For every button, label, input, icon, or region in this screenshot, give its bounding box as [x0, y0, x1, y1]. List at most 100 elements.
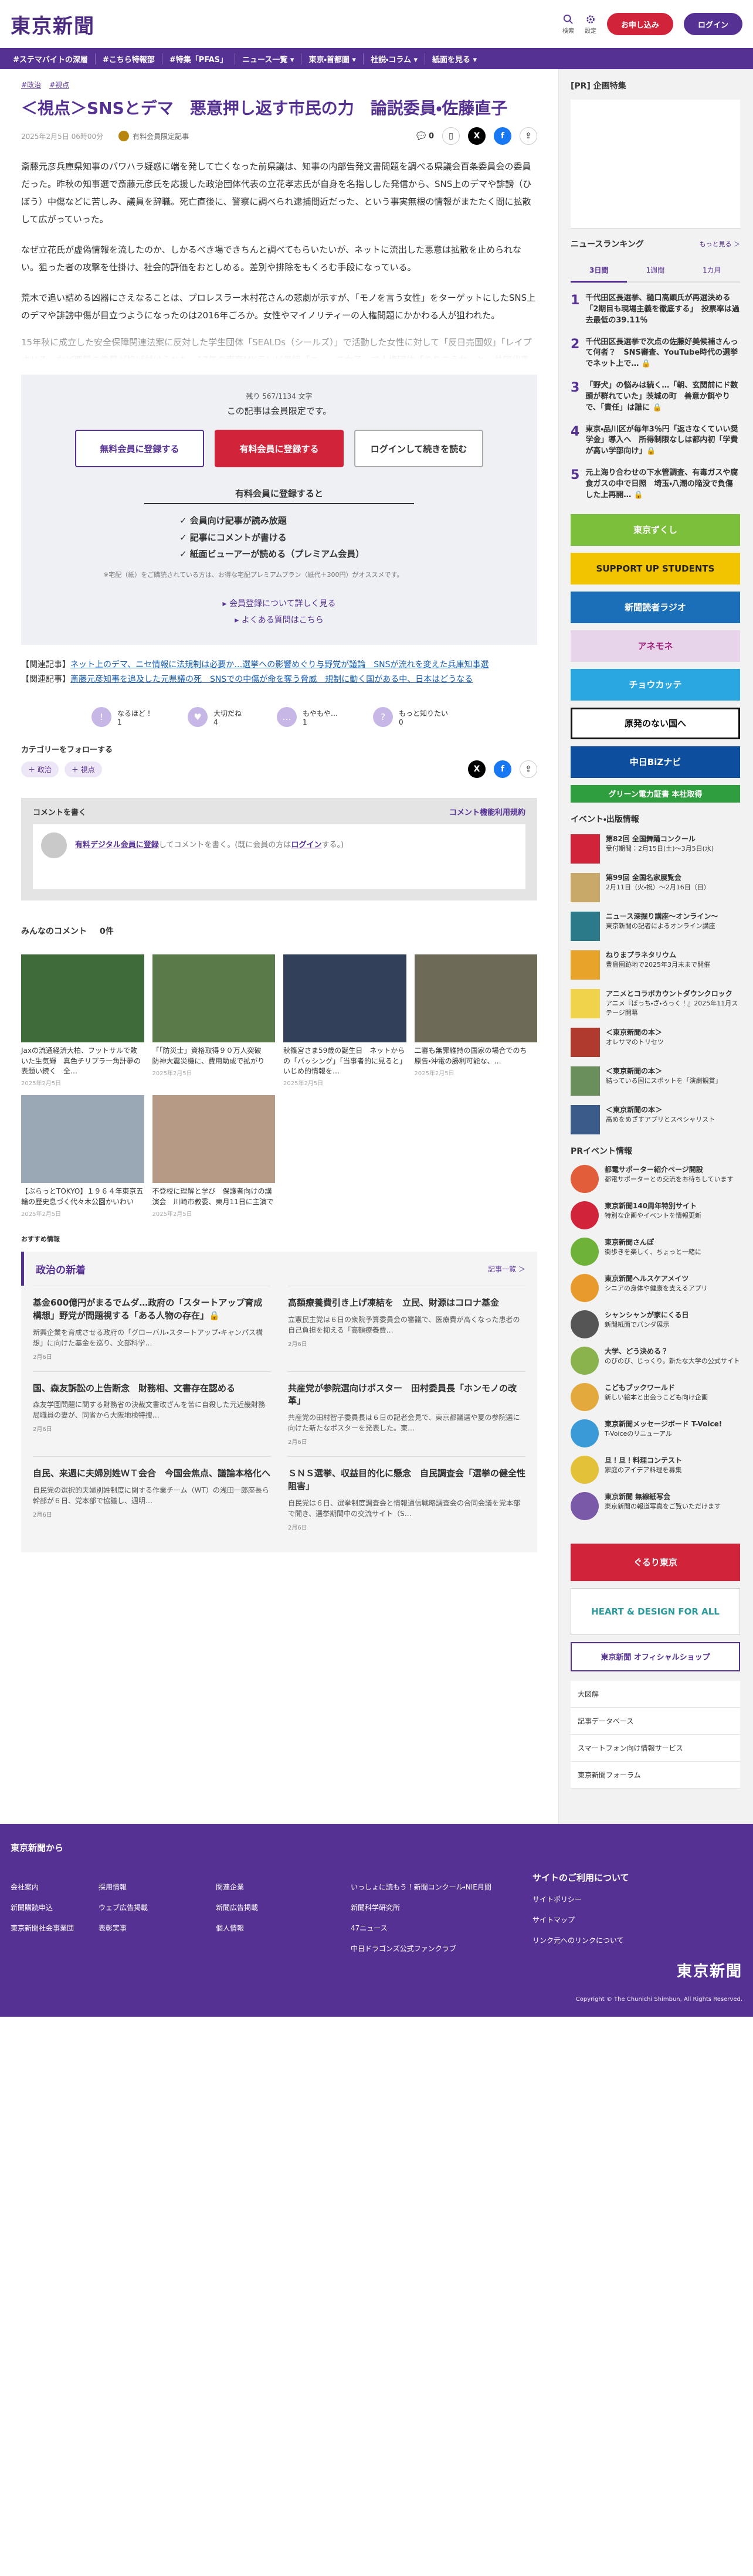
sidebar-link[interactable]: スマートフォン向け情報サービス	[571, 1735, 740, 1762]
banner[interactable]: グリーン電力証書 本社取得	[571, 784, 740, 803]
news-card[interactable]: 秋篠宮さま59歳の誕生日 ネットからの「バッシング」「当事者的に見ると」いじめ的…	[283, 954, 406, 1087]
footer-link[interactable]: いっしょに読もう！新聞コンクール・NIE月間	[351, 1882, 532, 1892]
sidebar-link[interactable]: 記事データベース	[571, 1708, 740, 1735]
banner[interactable]: アネモネ	[571, 630, 740, 662]
reaction-button[interactable]: ♥ 大切だね 4	[188, 707, 242, 728]
share-icon[interactable]: ⇪	[520, 127, 537, 145]
footer-link[interactable]: 東京新聞社会事業団	[11, 1923, 99, 1933]
ranking-item[interactable]: 4 東京・品川区が毎年3％円「返さなくていい奨学金」導入へ 所得制限なしは都内初「…	[571, 424, 740, 458]
footer-link[interactable]: 表彰実事	[99, 1923, 216, 1933]
ranking-more-link[interactable]: もっと見る ＞	[700, 239, 741, 249]
footer-logo[interactable]: 東京新聞	[677, 1959, 742, 1981]
comment-count[interactable]: 💬 0	[416, 132, 434, 141]
banner[interactable]: 原発のない国へ	[571, 707, 740, 739]
banner[interactable]: 中日BiZナビ	[571, 746, 740, 778]
related-link[interactable]: 斎藤元彦知事を追及した元県議の死 SNSでの中傷が命を奪う脅威 規制に動く国があ…	[70, 675, 473, 684]
news-item[interactable]: 国、森友訴訟の上告断念 財務相、文書存在認める 森友学園問題に関する財務省の決裁文…	[33, 1371, 270, 1457]
banner-heart-design[interactable]: HEART & DESIGN FOR ALL	[571, 1588, 740, 1635]
banner[interactable]: SUPPORT UP STUDENTS	[571, 552, 740, 584]
event-item[interactable]: ＜東京新聞の本＞ 結っている国にスポットを「演劇観賞」	[571, 1066, 740, 1096]
comment-input[interactable]: 有料デジタル会員に登録してコメントを書く。(既に会員の方はログインする。)	[33, 824, 525, 889]
banner-shop[interactable]: 東京新聞 オフィシャルショップ	[571, 1642, 740, 1671]
news-item[interactable]: 自民、来週に夫婦別姓ＷＴ会合 今国会焦点、議論本格化へ 自民党の選択的夫婦別姓制度…	[33, 1456, 270, 1542]
tab-1week[interactable]: 1週間	[627, 259, 684, 283]
sidebar-link[interactable]: 東京新聞フォーラム	[571, 1762, 740, 1789]
x-share-icon[interactable]: X	[468, 760, 486, 779]
news-item[interactable]: 共産党が参院選向けポスター 田村委員長「ホンモノの改革」 共産党の田村智子委員長は…	[288, 1371, 525, 1457]
event-item[interactable]: 第82回 全国舞踊コンクール 受付期間：2月15日(土)〜3月5日(水)	[571, 834, 740, 864]
facebook-share-icon[interactable]: f	[494, 760, 511, 779]
news-card[interactable]: 不登校に理解と学び 保護者向けの講演会 川崎市教委、東月11日に主演で 2025年…	[152, 1095, 275, 1218]
search-button[interactable]: 検索	[562, 14, 574, 35]
footer-link[interactable]: リンク元へのリンクについて	[532, 1935, 708, 1945]
bookmark-icon[interactable]: ▯	[442, 127, 460, 145]
ranking-item[interactable]: 5 元上海り合わせの下水管調査、有毒ガスや腐食ガスの中で日照 埼玉・八潮の陥没で負…	[571, 468, 740, 501]
nav-item[interactable]: 東京・首都圏 ▾	[301, 53, 364, 64]
banner-gururi[interactable]: ぐるり東京	[571, 1543, 740, 1581]
tag-link[interactable]: #視点	[49, 80, 69, 90]
subscribe-button[interactable]: お申し込み	[606, 13, 673, 35]
ranking-item[interactable]: 3 「野犬」の悩みは続く…「朝、玄関前にド数頭が群れていた」茨城の町 善意か餌やり…	[571, 380, 740, 414]
follow-chip[interactable]: ＋ 政治	[21, 761, 59, 777]
pr-item[interactable]: 東京新聞 無線紙写会 東京新聞の報道写真をご覧いただけます	[571, 1491, 740, 1520]
event-item[interactable]: ＜東京新聞の本＞ 高めをめざすアプリとスペシャリスト	[571, 1105, 740, 1134]
news-card[interactable]: 二審も無罪維持の国家の場合でのち 原告・沖電の勝利可能な、… 2025年2月5日	[414, 954, 537, 1087]
x-share-icon[interactable]: X	[468, 127, 486, 145]
faq-link[interactable]: ▸ よくある質問はこちら	[39, 612, 520, 628]
pr-item[interactable]: 東京新聞さんぽ 街歩きを楽しく、ちょっと一緒に	[571, 1237, 740, 1266]
reaction-button[interactable]: ? もっと知りたい 0	[373, 707, 448, 728]
nav-item[interactable]: #特集「PFAS」	[162, 53, 236, 64]
pr-item[interactable]: 東京新聞メッセージボード T-Voice! T-Voiceのリニューアル	[571, 1419, 740, 1447]
news-card[interactable]: 「「防災士」資格取得９０万人突破 防神大震災機に、費用助成で拡がり 2025年2月…	[152, 954, 275, 1087]
footer-link[interactable]: 新聞広告掲載	[216, 1902, 351, 1912]
nav-item[interactable]: 紙面を見る ▾	[425, 53, 484, 64]
paid-register-button[interactable]: 有料会員に登録する	[215, 430, 344, 468]
follow-chip[interactable]: ＋ 視点	[64, 761, 102, 777]
footer-link[interactable]: 個人情報	[216, 1923, 351, 1933]
nav-item[interactable]: #こちら特報部	[96, 53, 162, 64]
pr-item[interactable]: 旦！旦！料理コンテスト 家庭のアイデア料理を募集	[571, 1455, 740, 1484]
footer-link[interactable]: 関連企業	[216, 1882, 351, 1892]
event-item[interactable]: ニュース深掘り講座〜オンライン〜 東京新聞の記者によるオンライン講座	[571, 911, 740, 941]
news-item[interactable]: 高額療養費引き上げ凍結を 立民、財源はコロナ基金 立憲民主党は６日の衆院予算委員会…	[288, 1286, 525, 1371]
nav-item[interactable]: 社説・コラム ▾	[364, 53, 426, 64]
footer-link[interactable]: 47ニュース	[351, 1923, 532, 1933]
news-item[interactable]: ＳＮＳ選挙、収益目的化に懸念 自民調査会「選挙の健全性阻害」 自民党は６日、選挙制…	[288, 1456, 525, 1542]
register-link[interactable]: 有料デジタル会員に登録	[75, 841, 159, 849]
sidebar-link[interactable]: 大図解	[571, 1681, 740, 1708]
footer-link[interactable]: 新聞購読申込	[11, 1902, 99, 1912]
comment-rules-link[interactable]: コメント機能利用規約	[449, 806, 525, 817]
footer-link[interactable]: サイトポリシー	[532, 1894, 708, 1904]
login-link[interactable]: ログイン	[291, 841, 321, 849]
reaction-button[interactable]: … もやもや… 1	[277, 707, 338, 728]
site-logo[interactable]: 東京新聞	[11, 10, 95, 39]
footer-link[interactable]: 採用情報	[99, 1882, 216, 1892]
membership-info-link[interactable]: ▸ 会員登録について詳しく見る	[39, 596, 520, 612]
tab-3days[interactable]: 3日間	[571, 259, 628, 283]
event-item[interactable]: 第99回 全国名家展覧会 2月11日（火・祝）〜2月16日（日）	[571, 872, 740, 902]
event-item[interactable]: ＜東京新聞の本＞ オレサマのトリセツ	[571, 1027, 740, 1057]
footer-link[interactable]: 新聞科学研究所	[351, 1902, 532, 1912]
free-register-button[interactable]: 無料会員に登録する	[75, 430, 204, 468]
news-item[interactable]: 基金600億円がまるでムダ…政府の「スタートアップ育成構想」野党が問題視する「あ…	[33, 1286, 270, 1371]
footer-link[interactable]: サイトマップ	[532, 1915, 708, 1925]
tab-1month[interactable]: 1カ月	[683, 259, 740, 283]
banner[interactable]: 新聞読者ラジオ	[571, 591, 740, 623]
ranking-item[interactable]: 1 千代田区長選挙、樋口高顕氏が再選決める「2期目も現場主義を徹底する」 投票率は…	[571, 293, 740, 327]
ranking-item[interactable]: 2 千代田区長選挙で次点の佐藤好美候補さんって何者？ SNS審査、YouTube時…	[571, 337, 740, 371]
footer-link[interactable]: 中日ドラゴンズ公式ファンクラブ	[351, 1943, 532, 1953]
news-card[interactable]: Jaxの流通経済大柏、フットサルで敗いた生気輝 真色チリプラ一角計夢の表題い続く…	[21, 954, 144, 1087]
facebook-share-icon[interactable]: f	[494, 127, 511, 145]
banner[interactable]: 東京ずくし	[571, 514, 740, 546]
pr-item[interactable]: 大学、どう決める？ のびのび、じっくり。新たな大学の公式サイト	[571, 1346, 740, 1375]
footer-link[interactable]: 会社案内	[11, 1882, 99, 1892]
login-button[interactable]: ログイン	[683, 13, 742, 35]
pr-item[interactable]: 東京新聞ヘルスケアメイツ シニアの身体や健康を支えるアプリ	[571, 1273, 740, 1302]
news-card[interactable]: 【ぶらっとTOKYO】１９６４年東京五輪の歴史息づく代々木公園かいわい 2025年…	[21, 1095, 144, 1218]
banner[interactable]: チョウカッテ	[571, 668, 740, 701]
pr-item[interactable]: 東京新聞140周年特別サイト 特別な企画やイベントを情報更新	[571, 1201, 740, 1229]
news-more-link[interactable]: 記事一覧 ＞	[488, 1264, 525, 1274]
nav-item[interactable]: ニュース一覧 ▾	[235, 53, 302, 64]
footer-link[interactable]: ウェブ広告掲載	[99, 1902, 216, 1912]
event-item[interactable]: ねりまプラネタリウム 豊島園跡地で2025年3月末まで開催	[571, 950, 740, 980]
